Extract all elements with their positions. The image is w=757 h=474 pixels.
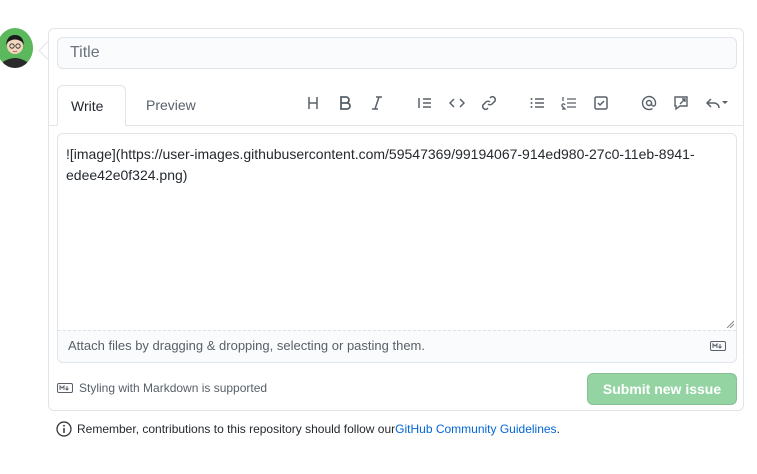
community-guidelines-link[interactable]: GitHub Community Guidelines [395, 422, 556, 436]
resize-handle-icon[interactable] [726, 320, 734, 328]
bulleted-list-icon[interactable] [525, 91, 549, 115]
info-icon [56, 421, 72, 437]
mention-icon[interactable] [637, 91, 661, 115]
tab-write[interactable]: Write [57, 85, 126, 126]
bold-icon[interactable] [333, 91, 357, 115]
numbered-list-icon[interactable] [557, 91, 581, 115]
contribution-reminder: Remember, contributions to this reposito… [56, 421, 560, 437]
tab-preview[interactable]: Preview [133, 85, 209, 126]
comment-editor: Attach files by dragging & dropping, sel… [57, 133, 737, 363]
chevron-down-icon [722, 101, 728, 104]
reply-icon[interactable] [701, 91, 733, 115]
markdown-icon [57, 383, 73, 393]
quote-icon[interactable] [413, 91, 437, 115]
italic-icon[interactable] [365, 91, 389, 115]
link-icon[interactable] [477, 91, 501, 115]
attach-files-hint: Attach files by dragging & dropping, sel… [68, 338, 425, 353]
attach-files-bar[interactable]: Attach files by dragging & dropping, sel… [58, 330, 736, 362]
heading-icon[interactable] [301, 91, 325, 115]
code-icon[interactable] [445, 91, 469, 115]
title-input[interactable] [57, 37, 737, 69]
form-footer: Styling with Markdown is supported Submi… [57, 373, 737, 405]
avatar[interactable] [0, 28, 33, 68]
reference-icon[interactable] [669, 91, 693, 115]
markdown-icon [710, 341, 726, 351]
new-issue-form: Write Preview [48, 28, 744, 411]
markdown-note[interactable]: Styling with Markdown is supported [57, 381, 267, 395]
comment-body-textarea[interactable] [58, 134, 736, 330]
submit-new-issue-button[interactable]: Submit new issue [587, 373, 737, 405]
task-list-icon[interactable] [589, 91, 613, 115]
